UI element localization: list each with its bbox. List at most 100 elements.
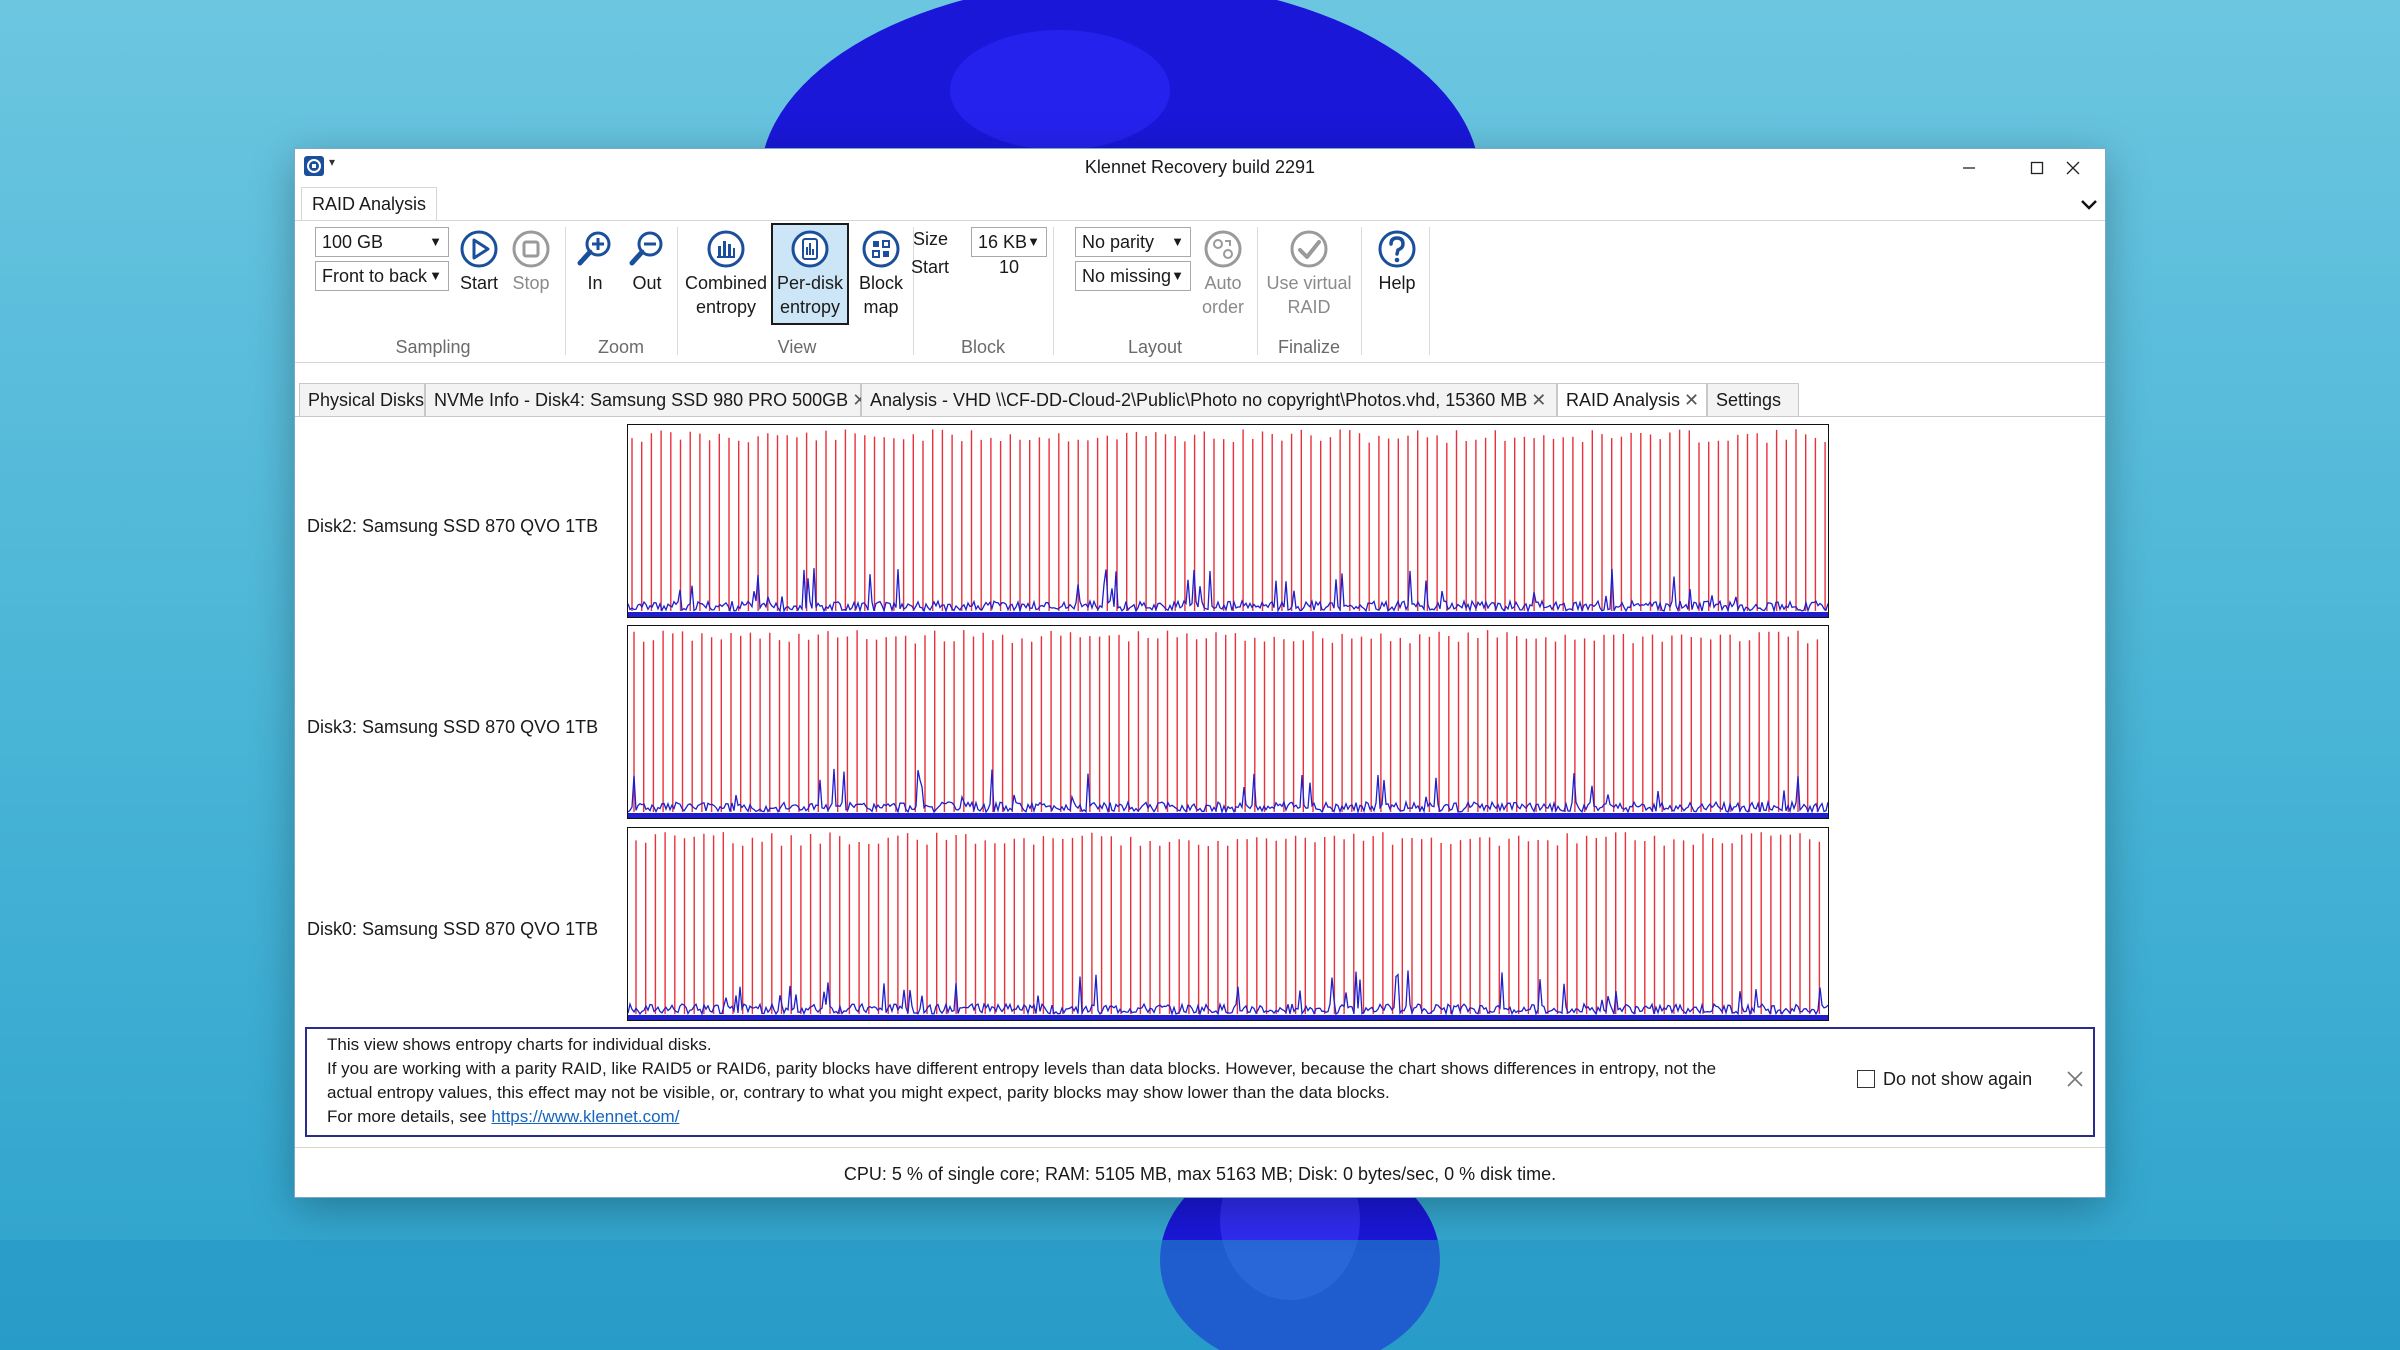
entropy-plot [627,630,1829,818]
app-window: ▾ Klennet Recovery build 2291 RAID Analy… [294,148,2106,1198]
title-bar[interactable]: ▾ Klennet Recovery build 2291 [295,149,2105,187]
zoom-out-label: Out [632,273,662,293]
auto-order-label-1: Auto [1204,273,1242,293]
entropy-chart-disk3[interactable] [627,625,1829,819]
group-separator [1053,227,1054,355]
sample-order-value: Front to back [322,266,428,286]
tab-settings[interactable]: Settings [1707,383,1799,417]
disk-label: Disk0: Samsung SSD 870 QVO 1TB [307,919,599,939]
checkmark-icon [1290,230,1328,268]
group-label-layout: Layout [1127,337,1183,357]
stop-label: Stop [512,273,550,293]
use-virtual-raid-label-2: RAID [1287,297,1331,317]
dropdown-arrow-icon: ▼ [429,268,442,283]
do-not-show-again-label: Do not show again [1883,1069,2033,1089]
tab-label: Analysis - VHD \\CF-DD-Cloud-2\Public\Ph… [870,390,1528,410]
block-map-label-1: Block [858,273,903,293]
sample-order-select[interactable]: Front to back ▼ [315,261,449,291]
block-size-label: Size [913,229,949,249]
group-label-block: Block [960,337,1005,357]
block-map-button[interactable]: Block map [853,229,909,319]
per-disk-entropy-icon [791,230,829,268]
checkbox-box[interactable] [1857,1070,1875,1088]
entropy-chart-disk0[interactable] [627,827,1829,1021]
per-disk-entropy-view: Disk2: Samsung SSD 870 QVO 1TB Disk3: Sa… [295,417,2105,1147]
minimize-button[interactable] [1935,149,2003,187]
use-virtual-raid-button[interactable]: Use virtual RAID [1261,229,1357,319]
info-line-2: If you are working with a parity RAID, l… [327,1059,1717,1078]
tab-label: RAID Analysis [1566,390,1681,410]
entropy-baseline [627,568,1829,614]
minimize-icon [1963,167,1975,169]
dropdown-arrow-icon: ▼ [1171,234,1184,249]
tab-physical-disks[interactable]: Physical Disks [299,383,425,417]
combined-entropy-label-2: entropy [695,297,757,317]
group-label-sampling: Sampling [395,337,471,357]
help-icon [1378,230,1416,268]
sample-size-value: 100 GB [322,232,384,252]
entropy-floor [628,1015,1828,1020]
play-icon [460,230,498,268]
close-icon [2066,161,2080,175]
parity-select[interactable]: No parity ▼ [1075,227,1191,257]
tab-label: Settings [1716,390,1782,410]
per-disk-entropy-label-1: Per-disk [776,273,843,293]
ribbon-tab-raid-analysis[interactable]: RAID Analysis [301,187,438,221]
group-separator [1257,227,1258,355]
auto-order-button[interactable]: Auto order [1195,229,1251,319]
block-map-label-2: map [863,297,899,317]
auto-order-icon [1204,230,1242,268]
per-disk-entropy-button[interactable]: Per-disk entropy [771,223,849,325]
tab-close-icon[interactable]: ✕ [1684,390,1699,410]
block-size-value: 16 KB [978,232,1028,252]
block-start-label: Start [911,257,950,277]
chevron-down-icon[interactable] [2077,193,2101,217]
group-label-zoom: Zoom [597,337,644,357]
start-label: Start [459,273,498,293]
help-label: Help [1378,273,1416,293]
use-virtual-raid-label-1: Use virtual [1266,273,1352,293]
window-title: Klennet Recovery build 2291 [1084,157,1316,177]
parity-value: No parity [1082,232,1155,252]
sample-size-select[interactable]: 100 GB ▼ [315,227,449,257]
dropdown-arrow-icon: ▼ [1027,234,1040,249]
disk-label: Disk3: Samsung SSD 870 QVO 1TB [307,717,599,737]
tab-label: NVMe Info - Disk4: Samsung SSD 980 PRO 5… [434,390,849,410]
entropy-chart-disk2[interactable] [627,424,1829,618]
block-size-select[interactable]: 16 KB ▼ [971,227,1047,257]
stop-button[interactable]: Stop [507,229,555,295]
combined-entropy-button[interactable]: Combined entropy [685,229,767,319]
zoom-in-label: In [587,273,603,293]
zoom-in-icon [577,231,611,266]
tab-analysis-vhd[interactable]: Analysis - VHD \\CF-DD-Cloud-2\Public\Ph… [861,383,1557,417]
status-bar: CPU: 5 % of single core; RAM: 5105 MB, m… [295,1147,2105,1199]
group-label-finalize: Finalize [1277,337,1341,357]
combined-entropy-icon [707,230,745,268]
do-not-show-again-checkbox[interactable]: Do not show again [1857,1067,2032,1091]
block-start-value[interactable]: 10 [971,257,1047,278]
help-button[interactable]: Help [1369,229,1425,295]
missing-value: No missing [1082,266,1172,286]
zoom-in-button[interactable]: In [571,229,619,295]
tab-label: Physical Disks [308,390,425,410]
group-separator [565,227,566,355]
klennet-link[interactable]: https://www.klennet.com/ [491,1107,679,1126]
ribbon-toolbar: 100 GB ▼ Front to back ▼ Start Stop Samp… [295,221,2105,363]
disk-label: Disk2: Samsung SSD 870 QVO 1TB [307,516,599,536]
group-label-view: View [777,337,817,357]
missing-select[interactable]: No missing ▼ [1075,261,1191,291]
start-button[interactable]: Start [455,229,503,295]
tab-nvme-info[interactable]: NVMe Info - Disk4: Samsung SSD 980 PRO 5… [425,383,867,417]
close-icon[interactable] [2065,1069,2085,1089]
entropy-floor [628,813,1828,818]
info-line-4: For more details, see [327,1107,492,1126]
dropdown-arrow-icon: ▼ [1171,268,1184,283]
tab-close-icon[interactable]: ✕ [1531,390,1546,410]
zoom-out-button[interactable]: Out [623,229,671,295]
stop-icon [512,230,550,268]
tab-raid-analysis[interactable]: RAID Analysis ✕ [1557,383,1707,417]
close-button[interactable] [2039,149,2107,187]
entropy-plot [627,832,1829,1020]
combined-entropy-label-1: Combined [685,273,768,293]
auto-order-label-2: order [1201,297,1245,317]
